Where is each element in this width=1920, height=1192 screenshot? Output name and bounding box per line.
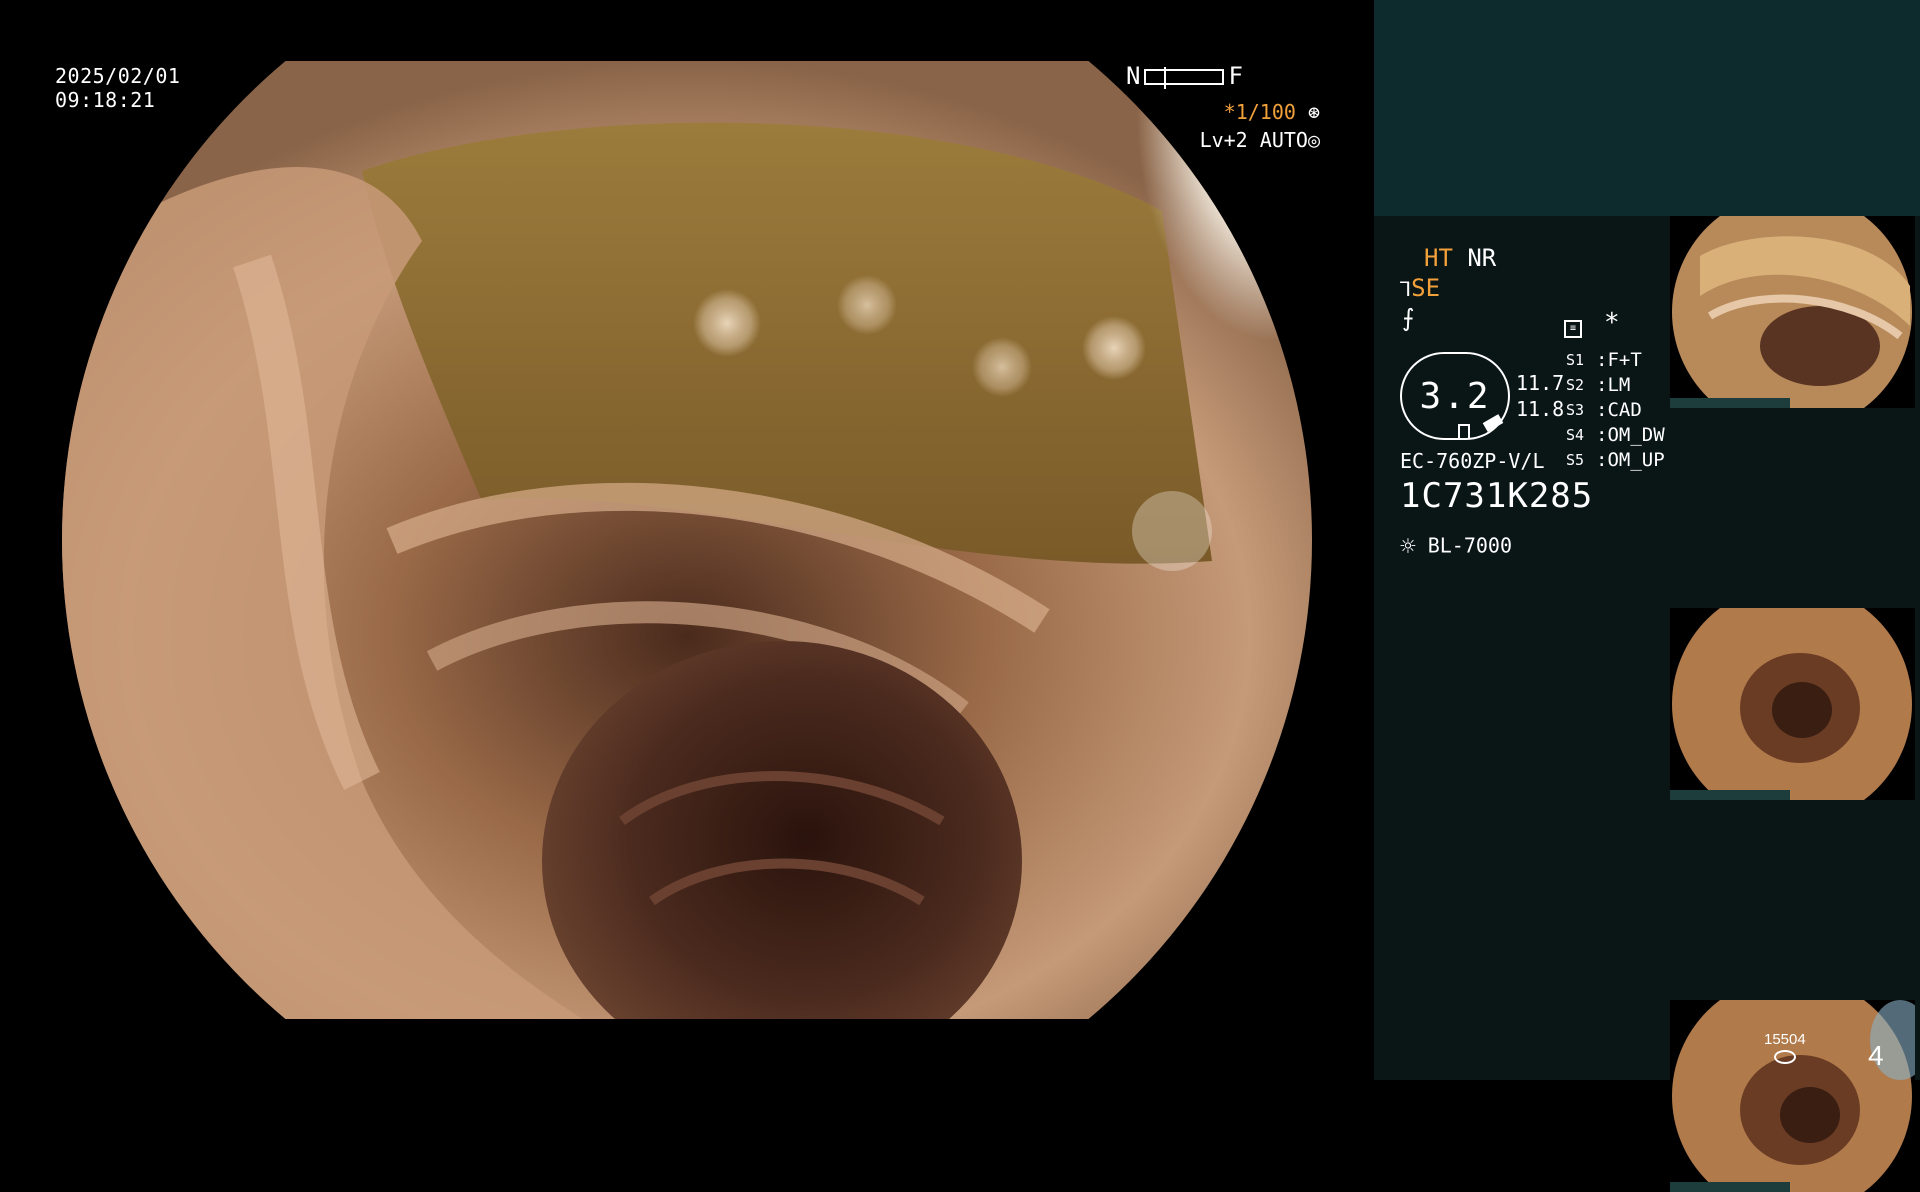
auto-mode-text: AUTO: [1259, 128, 1308, 152]
date-text: 2025/02/01: [55, 64, 181, 88]
switch-row: S5: OM_UP: [1566, 449, 1665, 471]
thumbnail-image: [1672, 216, 1912, 408]
switch-row: S1: F+T: [1566, 349, 1642, 371]
storage-count: 15504: [1764, 1031, 1806, 1048]
thumbnail-bar: [1670, 398, 1790, 408]
near-label: N: [1126, 62, 1141, 90]
record-icon: ≡: [1564, 320, 1582, 338]
far-label: F: [1228, 62, 1243, 90]
time-text: 09:18:21: [55, 88, 156, 112]
thumbnail-bar: [1670, 1182, 1790, 1192]
focus-bar: [1144, 67, 1225, 89]
storage-disk-icon: [1774, 1050, 1796, 1064]
light-source-text: BL-7000: [1427, 533, 1512, 558]
iris-icon: ◎: [1307, 128, 1320, 152]
shutter-icon: ⊛: [1307, 100, 1320, 124]
record-icons: ≡ *: [1564, 308, 1620, 338]
se-row: ⅂SE: [1400, 274, 1440, 303]
star-text: *: [1604, 308, 1620, 338]
focus-marker-icon: [1458, 424, 1470, 438]
switch-list: S1: F+T S2: LM S3: CAD S4: OM_DW S5: OM_UP: [1566, 348, 1665, 473]
shutter-speed: *1/100: [1223, 100, 1296, 124]
structure-enhance-icon: ⅂: [1400, 277, 1412, 301]
level-text: Lv+2: [1199, 128, 1248, 152]
thumbnail-3[interactable]: [1670, 1000, 1915, 1192]
se-label: SE: [1411, 274, 1441, 302]
nr-label: NR: [1467, 244, 1497, 272]
color-mode-icon: ⨍: [1402, 304, 1415, 332]
scope-model: EC-760ZP-V/L: [1400, 449, 1545, 473]
ht-label: HT: [1424, 244, 1453, 272]
scope-serial: 1C731K285: [1400, 476, 1594, 516]
thumbnail-bar: [1670, 790, 1790, 800]
exposure-info: *1/100 ⊛ Lv+2 AUTO◎: [1190, 99, 1320, 155]
panel-header-area: [1374, 0, 1920, 216]
thumbnail-image: [1672, 608, 1912, 800]
value-lower: 11.8: [1516, 397, 1565, 421]
thumbnail-1[interactable]: [1670, 216, 1915, 408]
timestamp: 2025/02/01 09:18:21: [55, 64, 180, 112]
image-count: 4: [1868, 1040, 1884, 1071]
magnification-value: 3.2: [1419, 375, 1491, 417]
switch-row: S2: LM: [1566, 374, 1631, 396]
scope-values: 11.7 11.8: [1516, 370, 1564, 422]
switch-row: S3: CAD: [1566, 399, 1642, 421]
thumbnail-2[interactable]: [1670, 608, 1915, 800]
switch-row: S4: OM_DW: [1566, 424, 1665, 446]
light-source: ☼ BL-7000: [1400, 532, 1512, 562]
endoscope-viewport: [62, 61, 1312, 1019]
near-far-indicator: NF: [1126, 62, 1243, 90]
ht-nr-row: HT NR: [1424, 244, 1496, 272]
endoscopic-image: [62, 61, 1312, 1019]
value-upper: 11.7: [1516, 371, 1565, 395]
light-bulb-icon: ☼: [1400, 532, 1416, 562]
thumbnail-image: [1672, 1000, 1915, 1192]
